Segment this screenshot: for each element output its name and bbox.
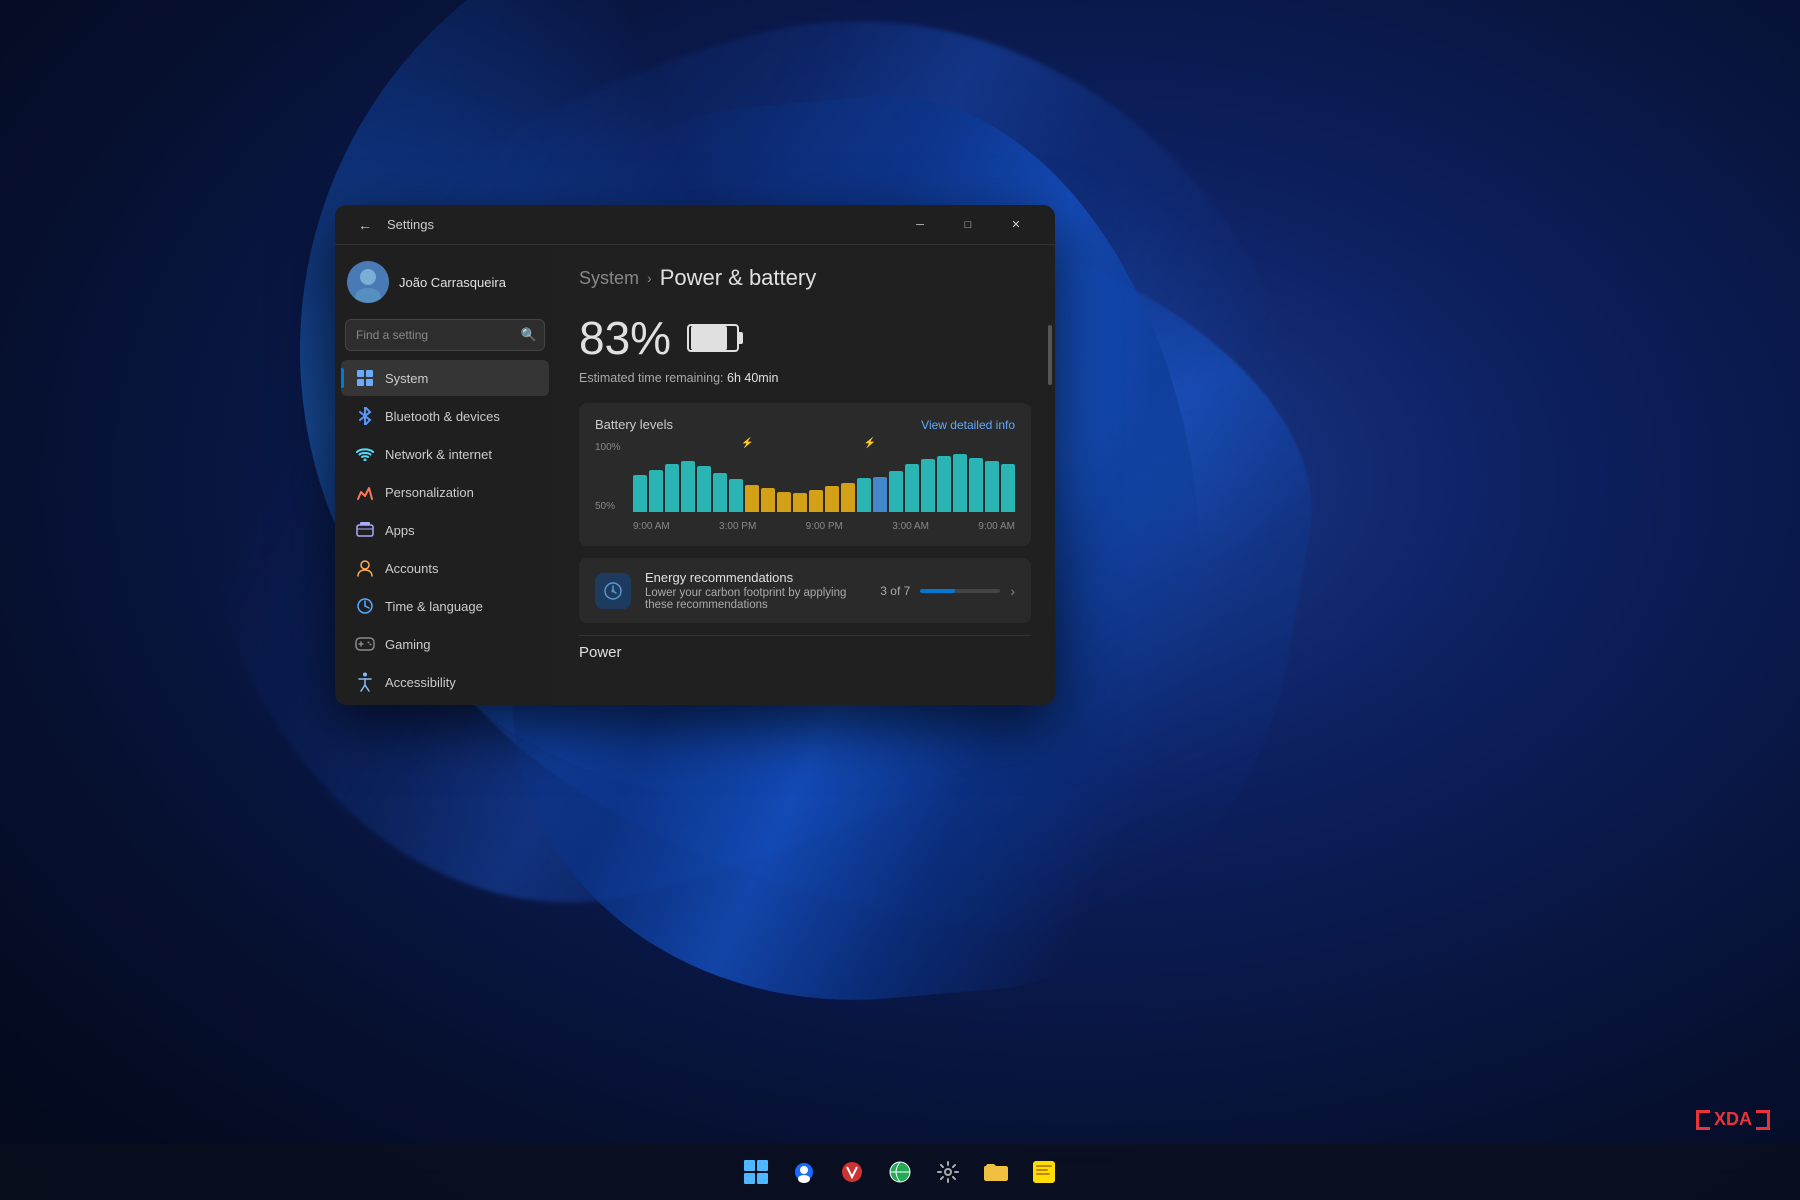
time-label: Time & language [385, 599, 483, 614]
energy-title: Energy recommendations [645, 570, 866, 585]
chart-area: 100% 50% 9:00 AM 3:00 PM 9:00 PM 3:00 AM… [595, 442, 1015, 532]
marker-unplug-icon: ⚡ [741, 438, 753, 449]
avatar [347, 261, 389, 303]
close-button[interactable]: ✕ [993, 209, 1039, 241]
bluetooth-label: Bluetooth & devices [385, 409, 500, 424]
apps-icon [355, 520, 375, 540]
settings-taskbar-icon[interactable] [928, 1152, 968, 1192]
marker-plug-icon: ⚡ [864, 438, 876, 449]
user-name: João Carrasqueira [399, 275, 506, 290]
battery-icon [687, 324, 739, 352]
network-label: Network & internet [385, 447, 492, 462]
chart-x-9am2: 9:00 AM [978, 521, 1015, 532]
gaming-icon [355, 634, 375, 654]
breadcrumb-current: Power & battery [660, 265, 817, 291]
energy-progress-fill [920, 589, 954, 593]
gaming-label: Gaming [385, 637, 431, 652]
battery-fill [691, 326, 727, 350]
xda-bracket-right [1756, 1110, 1770, 1130]
network-icon [355, 444, 375, 464]
apps-label: Apps [385, 523, 415, 538]
sidebar-item-system[interactable]: System [341, 360, 549, 396]
chart-x-labels: 9:00 AM 3:00 PM 9:00 PM 3:00 AM 9:00 AM [633, 521, 1015, 532]
chart-x-9am: 9:00 AM [633, 521, 670, 532]
vivaldi-icon[interactable] [832, 1152, 872, 1192]
view-detailed-info-link[interactable]: View detailed info [921, 418, 1015, 432]
sidebar-item-time[interactable]: Time & language [341, 588, 549, 624]
power-section-title: Power [579, 635, 1031, 665]
accessibility-label: Accessibility [385, 675, 456, 690]
search-input[interactable] [345, 319, 545, 351]
battery-chart-section: Battery levels View detailed info 100% 5… [579, 403, 1031, 546]
folder-icon[interactable] [976, 1152, 1016, 1192]
estimated-label: Estimated time remaining: [579, 371, 724, 385]
energy-recommendations[interactable]: Energy recommendations Lower your carbon… [579, 558, 1031, 623]
chart-x-3am: 3:00 AM [892, 521, 929, 532]
chart-y-50: 50% [595, 501, 633, 512]
main-content: System › Power & battery 83% Estimated t… [555, 245, 1055, 705]
sidebar: João Carrasqueira 🔍 System [335, 245, 555, 705]
breadcrumb: System › Power & battery [579, 265, 1031, 291]
xda-bracket-left [1696, 1110, 1710, 1130]
back-button[interactable]: ← [351, 211, 379, 239]
taskbar [0, 1144, 1800, 1200]
sidebar-item-privacy[interactable]: Privacy & security [341, 702, 549, 705]
globe-icon[interactable] [880, 1152, 920, 1192]
system-icon [355, 368, 375, 388]
chart-markers: ⚡ ⚡ [633, 442, 1015, 512]
windows-logo-icon [744, 1160, 768, 1184]
breadcrumb-chevron-icon: › [647, 270, 652, 286]
estimated-value: 6h 40min [727, 371, 778, 385]
battery-percent: 83% [579, 311, 671, 365]
user-profile[interactable]: João Carrasqueira [335, 253, 555, 315]
sidebar-item-accounts[interactable]: Accounts [341, 550, 549, 586]
energy-desc: Lower your carbon footprint by applying … [645, 587, 866, 611]
settings-window: ← Settings ─ □ ✕ João Carrasqueira [335, 205, 1055, 705]
sidebar-item-gaming[interactable]: Gaming [341, 626, 549, 662]
energy-count: 3 of 7 [880, 584, 910, 598]
energy-text: Energy recommendations Lower your carbon… [645, 570, 866, 611]
energy-chevron-icon: › [1010, 583, 1015, 599]
accounts-icon [355, 558, 375, 578]
chart-x-9pm: 9:00 PM [806, 521, 843, 532]
time-icon [355, 596, 375, 616]
minimize-button[interactable]: ─ [897, 209, 943, 241]
estimated-time: Estimated time remaining: 6h 40min [579, 371, 1031, 385]
chat-icon[interactable] [784, 1152, 824, 1192]
personalization-icon [355, 482, 375, 502]
sidebar-item-bluetooth[interactable]: Bluetooth & devices [341, 398, 549, 434]
accounts-label: Accounts [385, 561, 438, 576]
chart-title: Battery levels [595, 417, 673, 432]
xda-text: XDA [1714, 1109, 1752, 1130]
energy-icon [595, 573, 631, 609]
sidebar-item-network[interactable]: Network & internet [341, 436, 549, 472]
energy-progress-bar [920, 589, 1000, 593]
chart-y-100: 100% [595, 442, 633, 453]
xda-watermark: XDA [1696, 1109, 1770, 1130]
energy-meta: 3 of 7 › [880, 583, 1015, 599]
title-bar: ← Settings ─ □ ✕ [335, 205, 1055, 245]
sidebar-item-personalization[interactable]: Personalization [341, 474, 549, 510]
battery-status: 83% [579, 311, 1031, 365]
sidebar-item-accessibility[interactable]: Accessibility [341, 664, 549, 700]
maximize-button[interactable]: □ [945, 209, 991, 241]
chart-x-3pm: 3:00 PM [719, 521, 756, 532]
chart-header: Battery levels View detailed info [595, 417, 1015, 432]
scroll-indicator[interactable] [1048, 325, 1052, 385]
start-button[interactable] [736, 1152, 776, 1192]
system-label: System [385, 371, 428, 386]
search-box: 🔍 [345, 319, 545, 351]
search-icon: 🔍 [521, 327, 537, 343]
sticky-notes-icon[interactable] [1024, 1152, 1064, 1192]
personalization-label: Personalization [385, 485, 474, 500]
chart-y-labels: 100% 50% [595, 442, 633, 512]
window-body: João Carrasqueira 🔍 System [335, 245, 1055, 705]
sidebar-item-apps[interactable]: Apps [341, 512, 549, 548]
window-controls: ─ □ ✕ [897, 209, 1039, 241]
breadcrumb-parent[interactable]: System [579, 268, 639, 289]
accessibility-icon [355, 672, 375, 692]
window-title: Settings [387, 217, 889, 232]
bluetooth-icon [355, 406, 375, 426]
